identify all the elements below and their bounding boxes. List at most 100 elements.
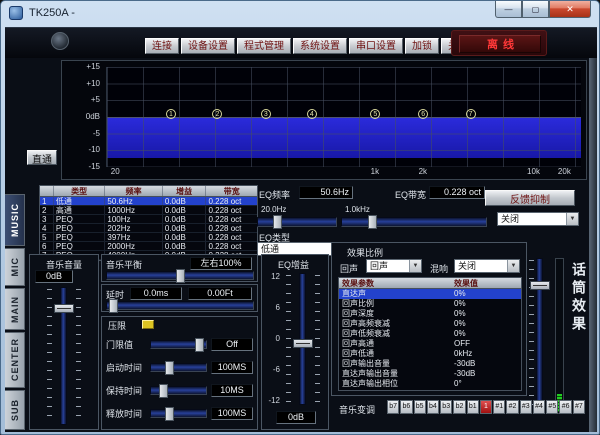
fader-thumb[interactable]	[54, 304, 74, 313]
music-key-button-#7[interactable]: #7	[573, 400, 585, 414]
music-key-button-1[interactable]: 1	[480, 400, 492, 414]
eq-band-row[interactable]: 2高通1000Hz0.0dB0.228 oct	[40, 206, 257, 215]
cell: 1	[40, 197, 54, 205]
music-key-button-#1[interactable]: #1	[493, 400, 505, 414]
effects-row[interactable]: 回声深度0%	[339, 309, 521, 319]
feedback-state-dropdown[interactable]: 关闭 ▼	[497, 212, 579, 226]
toolbar-button-6[interactable]: 加锁	[405, 38, 439, 54]
channel-tab-mic[interactable]: MIC	[5, 248, 25, 286]
eq-freq-fine-slider[interactable]	[341, 217, 487, 227]
eq-band-row[interactable]: 4PEQ202Hz0.0dB0.228 oct	[40, 224, 257, 233]
feedback-suppress-button[interactable]: 反馈抑制	[485, 190, 575, 206]
eq-freq-coarse-slider[interactable]	[257, 217, 337, 227]
eq-band-row[interactable]: 3PEQ100Hz0.0dB0.228 oct	[40, 215, 257, 224]
slider-thumb[interactable]	[176, 269, 185, 283]
effects-row[interactable]: 回声高通OFF	[339, 339, 521, 349]
slider-thumb[interactable]	[165, 407, 174, 421]
effects-row[interactable]: 直达声0%	[339, 289, 521, 299]
effects-row[interactable]: 回声低频衰减0%	[339, 329, 521, 339]
eq-band-marker-6[interactable]: 6	[418, 109, 428, 119]
toolbar-button-1[interactable]: 连接	[145, 38, 179, 54]
music-key-button-b2[interactable]: b2	[453, 400, 465, 414]
music-key-button-#3[interactable]: #3	[520, 400, 532, 414]
music-key-button-b5[interactable]: b5	[414, 400, 426, 414]
compressor-slider[interactable]	[150, 409, 207, 418]
music-key-button-b6[interactable]: b6	[400, 400, 412, 414]
slider-thumb[interactable]	[109, 299, 118, 313]
compressor-slider[interactable]	[150, 363, 207, 372]
music-key-button-b3[interactable]: b3	[440, 400, 452, 414]
minimize-icon: —	[505, 5, 513, 14]
compressor-slider[interactable]	[150, 340, 207, 349]
toolbar-button-2[interactable]: 设备设置	[181, 38, 235, 54]
eq-band-row[interactable]: 6PEQ2000Hz0.0dB0.228 oct	[40, 242, 257, 251]
mic-effect-level-fader[interactable]	[529, 258, 551, 414]
slider-thumb[interactable]	[368, 215, 377, 229]
offline-status-button[interactable]: 离线	[459, 35, 541, 53]
eq-gain-scale-label: -12	[266, 397, 280, 405]
music-balance-slider[interactable]	[106, 271, 254, 280]
compressor-slider[interactable]	[150, 386, 207, 395]
effects-row[interactable]: 回声比例0%	[339, 299, 521, 309]
cell: 0.228 oct	[206, 197, 257, 205]
mic-effects-label: 话筒效果	[569, 262, 589, 334]
fader-thumb[interactable]	[293, 339, 313, 348]
music-key-button-#5[interactable]: #5	[546, 400, 558, 414]
toolbar-button-5[interactable]: 串口设置	[349, 38, 403, 54]
eq-band-row[interactable]: 5PEQ397Hz0.0dB0.228 oct	[40, 233, 257, 242]
app-logo-icon	[51, 32, 69, 50]
slider-thumb[interactable]	[165, 361, 174, 375]
cell: 0.0dB	[163, 197, 207, 205]
eq-band-marker-2[interactable]: 2	[212, 109, 222, 119]
delay-ms-display: 0.0ms	[130, 287, 182, 300]
toolbar-button-4[interactable]: 系统设置	[293, 38, 347, 54]
channel-tab-label: MIC	[10, 257, 20, 277]
cell: 直达声	[339, 289, 451, 299]
eq-band-marker-1[interactable]: 1	[166, 109, 176, 119]
music-key-button-b4[interactable]: b4	[427, 400, 439, 414]
fader-thumb[interactable]	[530, 281, 550, 290]
music-key-button-#6[interactable]: #6	[559, 400, 571, 414]
music-key-button-#4[interactable]: #4	[533, 400, 545, 414]
close-button[interactable]: ✕	[549, 1, 591, 18]
maximize-button[interactable]: ▢	[522, 1, 549, 18]
toolbar-button-3[interactable]: 程式管理	[237, 38, 291, 54]
channel-tab-sub[interactable]: SUB	[5, 390, 25, 430]
fader-ticks	[315, 275, 320, 403]
compressor-enable-toggle[interactable]	[142, 320, 154, 329]
eq-bandwidth-display: 0.228 oct	[429, 186, 485, 199]
channel-tab-music[interactable]: MUSIC	[5, 194, 25, 246]
effects-row[interactable]: 直达声输出相位0°	[339, 379, 521, 389]
effects-row[interactable]: 回声低通0kHz	[339, 349, 521, 359]
music-key-button-b1[interactable]: b1	[467, 400, 479, 414]
eq-band-marker-5[interactable]: 5	[370, 109, 380, 119]
music-key-button-b7[interactable]: b7	[387, 400, 399, 414]
channel-tab-center[interactable]: CENTER	[5, 332, 25, 388]
eq-gain-fader[interactable]	[286, 273, 320, 405]
slider-thumb[interactable]	[273, 215, 282, 229]
reverb-dropdown[interactable]: 关闭 ▼	[454, 259, 520, 273]
effects-row[interactable]: 直达声输出音量-30dB	[339, 369, 521, 379]
eq-band-marker-3[interactable]: 3	[261, 109, 271, 119]
minimize-button[interactable]: —	[495, 1, 522, 18]
chevron-down-icon: ▼	[409, 260, 421, 272]
echo-dropdown[interactable]: 回声 ▼	[366, 259, 422, 273]
eq-graph: +15+10+50dB-5-10-15 1234567 201k2k10k20k	[61, 60, 587, 180]
delay-slider[interactable]	[106, 301, 254, 310]
slider-thumb[interactable]	[159, 384, 168, 398]
cell: 0.0dB	[163, 224, 207, 232]
music-key-button-#2[interactable]: #2	[506, 400, 518, 414]
effects-row[interactable]: 回声高频衰减0%	[339, 319, 521, 329]
bypass-button[interactable]: 直通	[27, 150, 57, 165]
channel-tab-main[interactable]: MAIN	[5, 288, 25, 330]
eq-band-row[interactable]: 1低通50.6Hz0.0dB0.228 oct	[40, 197, 257, 206]
effects-row[interactable]: 回声输出音量-30dB	[339, 359, 521, 369]
eq-plot-area[interactable]: 1 2 3 4 5 6 7	[106, 67, 581, 167]
music-volume-fader[interactable]	[47, 287, 81, 425]
eq-band-table: 类型频率增益带宽 1低通50.6Hz0.0dB0.228 oct2高通1000H…	[39, 185, 258, 261]
eq-band-marker-4[interactable]: 4	[307, 109, 317, 119]
cell: 回声低通	[339, 349, 451, 359]
eq-gain-label: EQ增益	[278, 258, 309, 271]
slider-thumb[interactable]	[195, 338, 204, 352]
eq-band-marker-7[interactable]: 7	[466, 109, 476, 119]
